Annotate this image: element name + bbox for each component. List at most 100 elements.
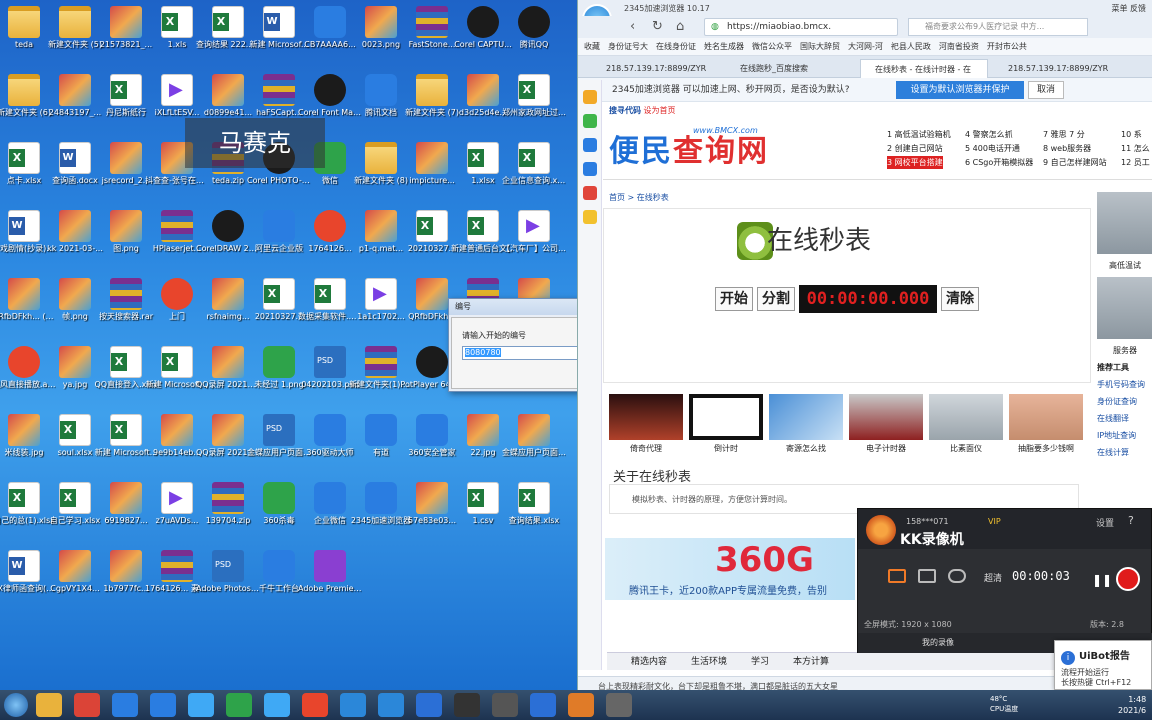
browser-tab[interactable]: 在线秒表 - 在线计时器 - 在 bbox=[860, 59, 988, 78]
browser-icon[interactable] bbox=[188, 693, 214, 717]
bookmark-item[interactable]: 身份证号大 bbox=[608, 42, 648, 51]
bottom-tab[interactable]: 生活环境 bbox=[691, 657, 727, 667]
tool-link[interactable]: 在线翻译 bbox=[1097, 413, 1152, 424]
bottom-tab[interactable]: 本方计算 bbox=[793, 657, 829, 667]
recorder-icon[interactable] bbox=[568, 693, 594, 717]
kk-settings[interactable]: 设置 bbox=[1096, 516, 1114, 529]
kk-icon[interactable] bbox=[112, 693, 138, 717]
toplink-homepage[interactable]: 设为首页 bbox=[644, 106, 676, 115]
favorites-icon[interactable] bbox=[582, 90, 597, 104]
back-icon[interactable]: ‹ bbox=[630, 19, 635, 34]
fullscreen-mode-icon[interactable] bbox=[888, 569, 906, 583]
bookmark-item[interactable]: 祀县人民政 bbox=[891, 42, 931, 51]
desktop-icon[interactable]: 查询结果.xlsx bbox=[502, 478, 566, 546]
bookmark-item[interactable]: 收藏 bbox=[584, 42, 600, 51]
bookmark-item[interactable]: 国际大辞贸 bbox=[800, 42, 840, 51]
bookmark-item[interactable]: 河南省投资 bbox=[939, 42, 979, 51]
firefox-icon[interactable] bbox=[302, 693, 328, 717]
notepad-icon[interactable] bbox=[606, 693, 632, 717]
my-recordings-link[interactable]: 我的录像 bbox=[922, 633, 954, 653]
bookmark-item[interactable]: 大河网-河 bbox=[848, 42, 883, 51]
search-box[interactable]: 福奇要求公布9人医疗记录 中方... bbox=[908, 18, 1088, 36]
desktop-icon[interactable]: 企业信息查询.xlsx bbox=[502, 138, 566, 206]
hot-link[interactable]: 2 创建自己网站 bbox=[887, 142, 943, 155]
right-item-2[interactable]: 服务器 bbox=[1097, 345, 1152, 356]
weibo-icon[interactable] bbox=[582, 138, 597, 152]
clear-button[interactable]: 清除 bbox=[941, 287, 979, 311]
desktop-icon[interactable]: Adobe Premiere P... bbox=[298, 546, 362, 614]
clock[interactable]: 1:48 2021/6 bbox=[1118, 694, 1146, 716]
tool-link[interactable]: 在线计算 bbox=[1097, 447, 1152, 458]
hot-link[interactable]: 6 CSgo开箱模拟器 bbox=[965, 156, 1033, 169]
hot-link[interactable]: 9 自己怎样建网站 bbox=[1043, 156, 1107, 169]
thumbnail-card[interactable]: 比素面仪 bbox=[929, 394, 1003, 454]
set-default-button[interactable]: 设置为默认浏览器并保护 bbox=[896, 81, 1024, 99]
thumbnail-card[interactable]: 倒计时 bbox=[689, 394, 763, 454]
browser-tab[interactable]: 218.57.139.17:8899/ZYR bbox=[592, 59, 720, 78]
thumbnail-card[interactable]: 寄源怎么找 bbox=[769, 394, 843, 454]
bookmark-item[interactable]: 开封市公共 bbox=[987, 42, 1027, 51]
kk-user[interactable]: 158***071 bbox=[906, 517, 949, 526]
product-image[interactable] bbox=[1097, 277, 1152, 339]
help-icon[interactable]: ? bbox=[1128, 514, 1134, 527]
right-item-1[interactable]: 高低温试 bbox=[1097, 260, 1152, 271]
apps-icon[interactable] bbox=[582, 162, 597, 176]
uibot-notification[interactable]: i UiBot报告 流程开始运行 长按热键 Ctrl+F12 bbox=[1054, 640, 1152, 690]
thumbnail-card[interactable]: 倚奇代理 bbox=[609, 394, 683, 454]
hot-link[interactable]: 4 警察怎么抓 bbox=[965, 128, 1013, 141]
360-icon[interactable] bbox=[226, 693, 252, 717]
desktop-icon[interactable]: 【汽车厂】公司厂.mp3 bbox=[502, 206, 566, 274]
browser-menu[interactable]: 菜单 反馈 bbox=[1111, 3, 1146, 14]
history-icon[interactable] bbox=[582, 114, 597, 128]
bottom-tab[interactable]: 精选内容 bbox=[631, 657, 667, 667]
bookmark-item[interactable]: 姓名生成器 bbox=[704, 42, 744, 51]
browser-2345-icon[interactable] bbox=[340, 693, 366, 717]
home-icon[interactable]: ⌂ bbox=[676, 19, 684, 34]
bookmark-item[interactable]: 在线身份证 bbox=[656, 42, 696, 51]
tool-link[interactable]: 身份证查询 bbox=[1097, 396, 1152, 407]
address-bar[interactable]: https://miaobiao.bmcx. bbox=[704, 18, 898, 36]
product-image[interactable] bbox=[1097, 192, 1152, 254]
pause-icon[interactable]: ❚❚ bbox=[1092, 573, 1112, 587]
refresh-icon[interactable]: ↻ bbox=[652, 19, 663, 34]
hot-link[interactable]: 7 雅思 7 分 bbox=[1043, 128, 1085, 141]
hot-link[interactable]: 10 系 bbox=[1121, 128, 1142, 141]
bottom-tab[interactable]: 学习 bbox=[751, 657, 769, 667]
start-button[interactable]: 开始 bbox=[715, 287, 753, 311]
kk-vip-badge[interactable]: VIP bbox=[988, 517, 1001, 526]
capcut-icon[interactable] bbox=[454, 693, 480, 717]
app-icon[interactable] bbox=[264, 693, 290, 717]
skype-icon[interactable] bbox=[150, 693, 176, 717]
qq-browser-icon[interactable] bbox=[378, 693, 404, 717]
edge-icon[interactable] bbox=[416, 693, 442, 717]
news-icon[interactable] bbox=[582, 186, 597, 200]
tool-link[interactable]: 手机号码查询 bbox=[1097, 379, 1152, 390]
lap-button[interactable]: 分割 bbox=[757, 287, 795, 311]
hot-link[interactable]: 12 员工 bbox=[1121, 156, 1150, 169]
stop-record-button[interactable] bbox=[1116, 567, 1140, 591]
hot-link[interactable]: 1 高低温试验箱机 bbox=[887, 128, 951, 141]
game-mode-icon[interactable] bbox=[948, 569, 966, 583]
hot-link[interactable]: 11 怎么 bbox=[1121, 142, 1150, 155]
hot-link[interactable]: 5 400电话开通 bbox=[965, 142, 1020, 155]
desktop-icon[interactable]: 郑州家政网址过滤.csv bbox=[502, 70, 566, 138]
start-button[interactable] bbox=[4, 693, 28, 717]
thumbnail-card[interactable]: 抽脂要多少钱啊 bbox=[1009, 394, 1083, 454]
browser-tab[interactable]: 218.57.139.17:8899/ZYR bbox=[994, 59, 1122, 78]
bookmark-item[interactable]: 微信公众平 bbox=[752, 42, 792, 51]
ad-banner[interactable]: 360G 腾讯王卡，近200款APP专属流量免费，告别 bbox=[605, 538, 855, 600]
browser-tab[interactable]: 在线跑秒_百度搜索 bbox=[726, 59, 854, 78]
toplink-code[interactable]: 搜寻代码 bbox=[609, 106, 641, 115]
breadcrumb[interactable]: 首页 > 在线秒表 bbox=[609, 192, 669, 203]
chrome-icon[interactable] bbox=[74, 693, 100, 717]
notice-cancel-button[interactable]: 取消 bbox=[1028, 81, 1064, 99]
region-mode-icon[interactable] bbox=[918, 569, 936, 583]
desktop-icon[interactable]: 腾讯QQ bbox=[502, 2, 566, 70]
hot-link[interactable]: 8 web服务器 bbox=[1043, 142, 1091, 155]
window-icon[interactable] bbox=[492, 693, 518, 717]
quality-label[interactable]: 超清 bbox=[984, 571, 1002, 584]
hot-link[interactable]: 3 网校平台搭建 bbox=[887, 156, 943, 169]
notes-icon[interactable] bbox=[582, 210, 597, 224]
uibot-icon[interactable] bbox=[530, 693, 556, 717]
thumbnail-card[interactable]: 电子计时器 bbox=[849, 394, 923, 454]
